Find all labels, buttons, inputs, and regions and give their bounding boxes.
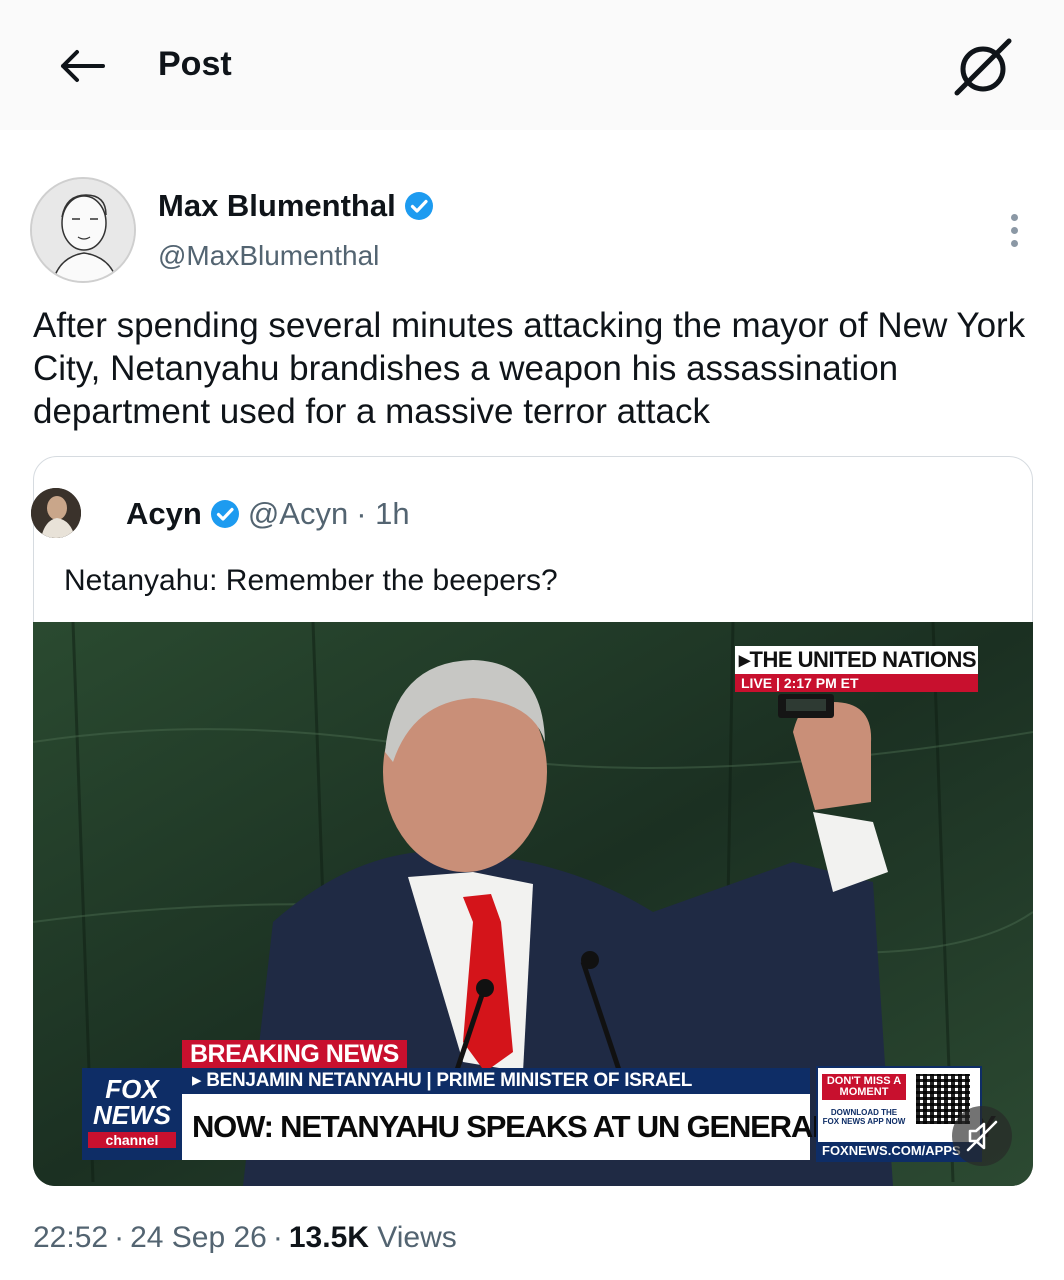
quote-author-handle: @Acyn xyxy=(247,496,349,531)
quote-text: Netanyahu: Remember the beepers? xyxy=(64,564,558,597)
arrow-left-icon xyxy=(61,50,105,82)
speaker-name-bar: ▸ BENJAMIN NETANYAHU | PRIME MINISTER OF… xyxy=(182,1068,810,1094)
channel-logo: FOX NEWS channel xyxy=(82,1068,182,1160)
author-avatar[interactable] xyxy=(30,177,136,283)
avatar-illustration xyxy=(32,179,134,281)
post-date: 24 Sep 26 xyxy=(130,1221,267,1254)
page-title: Post xyxy=(158,45,232,83)
post-text: After spending several minutes attacking… xyxy=(33,306,1026,431)
post-meta: 22:52 · 24 Sep 26 · 13.5K Views xyxy=(33,1218,457,1258)
breaking-news-banner: BREAKING NEWS xyxy=(182,1040,407,1068)
views-count[interactable]: 13.5K xyxy=(289,1221,369,1254)
more-dot-icon xyxy=(1010,213,1018,221)
logo-line-1: FOX xyxy=(105,1074,159,1104)
unmute-button[interactable] xyxy=(952,1106,1012,1166)
verified-badge-icon xyxy=(404,192,433,220)
more-dot-icon xyxy=(1010,226,1018,234)
more-dot-icon xyxy=(1010,239,1018,247)
grok-button[interactable] xyxy=(948,36,1018,98)
logo-line-2: NEWS xyxy=(93,1100,171,1130)
promo-subtext: DOWNLOAD THE FOX NEWS APP NOW xyxy=(822,1108,906,1126)
verified-badge-icon xyxy=(210,500,239,528)
views-label: Views xyxy=(377,1221,457,1254)
quote-time: · 1h xyxy=(356,496,410,531)
author-name-text: Max Blumenthal xyxy=(158,188,396,223)
promo-headline: DON'T MISS A MOMENT xyxy=(822,1074,906,1100)
author-name[interactable]: Max Blumenthal xyxy=(158,186,434,226)
live-label: LIVE xyxy=(741,675,773,691)
live-indicator: LIVE | 2:17 PM ET xyxy=(735,674,978,692)
separator-dot: · xyxy=(114,1221,125,1254)
grok-icon xyxy=(954,38,1012,96)
quote-author-name: Acyn xyxy=(126,496,202,531)
live-time: 2:17 PM ET xyxy=(783,675,859,691)
quote-avatar-illustration xyxy=(31,488,81,538)
top-bar: Post xyxy=(0,0,1064,130)
location-tag: ▸THE UNITED NATIONS LIVE | 2:17 PM ET xyxy=(735,646,978,692)
headline-bar: NOW: NETANYAHU SPEAKS AT UN GENERAL ASSE… xyxy=(182,1094,996,1160)
author-handle[interactable]: @MaxBlumenthal xyxy=(158,236,379,276)
quote-author-avatar xyxy=(31,488,81,538)
live-separator: | xyxy=(776,675,784,691)
separator-dot: · xyxy=(272,1221,283,1254)
quote-header: Acyn @Acyn · 1h xyxy=(126,494,410,534)
back-button[interactable] xyxy=(56,42,108,90)
logo-line-3: channel xyxy=(88,1132,176,1148)
muted-speaker-icon xyxy=(966,1120,998,1152)
post-time: 22:52 xyxy=(33,1221,109,1254)
more-options-button[interactable] xyxy=(996,206,1032,254)
location-title: ▸THE UNITED NATIONS xyxy=(735,646,978,674)
